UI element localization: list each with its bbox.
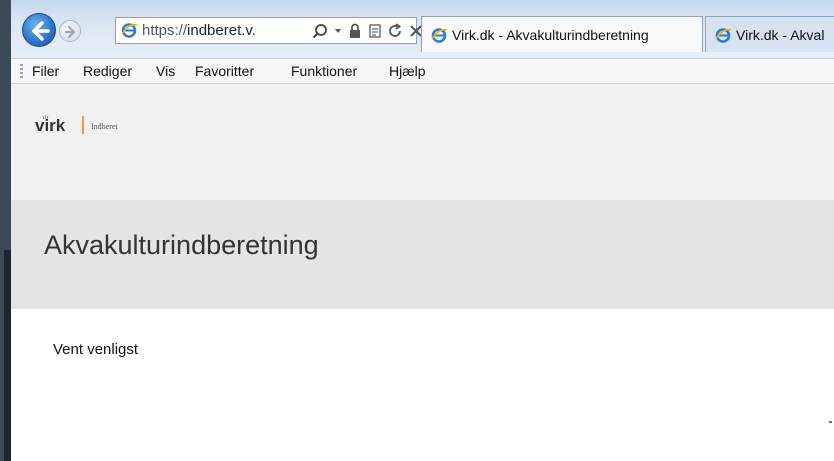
ie-icon (715, 28, 732, 43)
menu-bar: Filer Rediger Vis Favoritter Funktioner … (11, 58, 834, 84)
back-button[interactable] (22, 13, 56, 47)
browser-chrome: https://indberet.v. Virk.dk - Akvakultur… (11, 0, 834, 84)
window-edge-shadow (4, 250, 11, 461)
virk-logo[interactable]: virk Indberet (35, 114, 145, 143)
page-mark (829, 421, 832, 423)
forward-button[interactable] (59, 20, 81, 42)
menu-funktioner[interactable]: Funktioner (291, 63, 357, 79)
address-tools (312, 21, 423, 41)
address-bar[interactable]: https://indberet.v. (115, 17, 422, 44)
refresh-icon[interactable] (388, 23, 403, 39)
address-protocol: https:// (142, 22, 188, 39)
tab-akvakultur-active[interactable]: Virk.dk - Akvakulturindberetning (421, 16, 703, 52)
site-header: virk Indberet (11, 84, 834, 200)
menu-vis[interactable]: Vis (156, 63, 175, 79)
dropdown-icon[interactable] (334, 23, 342, 39)
wait-message: Vent venligst (53, 341, 139, 358)
menu-hjaelp[interactable]: Hjælp (389, 63, 426, 79)
address-url[interactable]: https://indberet.v. (142, 22, 256, 39)
menu-rediger[interactable]: Rediger (83, 63, 132, 79)
tab-akvakultur-second[interactable]: Virk.dk - Akval (705, 16, 834, 52)
ie-icon (431, 28, 448, 43)
address-host: indberet.v. (187, 22, 256, 39)
search-icon[interactable] (312, 23, 328, 39)
page-title: Akvakulturindberetning (44, 230, 319, 260)
ie-icon (121, 23, 138, 38)
menu-filer[interactable]: Filer (32, 63, 59, 79)
logo-text: virk (35, 116, 66, 135)
browser-titlebar: https://indberet.v. Virk.dk - Akvakultur… (11, 0, 834, 58)
lock-icon[interactable] (348, 23, 362, 39)
tab-label: Virk.dk - Akvakulturindberetning (452, 27, 649, 43)
page-content: virk Indberet Akvakulturindberetning Ven… (11, 84, 834, 461)
menu-favoritter[interactable]: Favoritter (195, 63, 254, 79)
back-arrow-icon (32, 21, 50, 41)
tab-label: Virk.dk - Akval (736, 27, 825, 43)
forward-arrow-icon (64, 25, 76, 39)
menubar-grip (20, 64, 23, 80)
compat-icon[interactable] (368, 23, 382, 39)
logo-divider (82, 116, 84, 134)
logo-subtext: Indberet (91, 122, 118, 131)
